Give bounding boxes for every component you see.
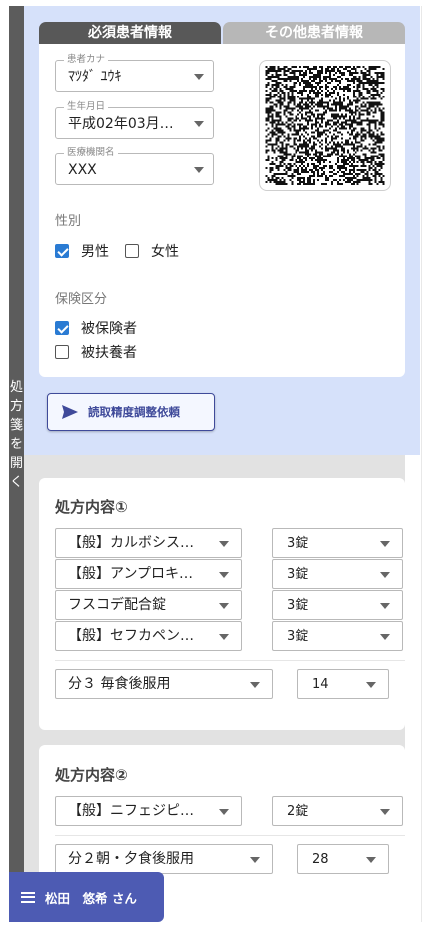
usage-select[interactable]: 分３ 毎食後服用 <box>55 669 273 699</box>
drug-qty: 3錠 <box>287 629 309 644</box>
drug-select[interactable]: 【般】セフカペン… <box>55 621 242 651</box>
insurance-label: 保険区分 <box>55 292 108 307</box>
chevron-down-icon <box>380 809 390 815</box>
drug-select[interactable]: 【般】ニフェジピ… <box>55 796 242 826</box>
chevron-down-icon <box>194 167 204 173</box>
user-name: 松田 悠希 さん <box>45 890 137 906</box>
qty-select[interactable]: 3錠 <box>272 621 403 651</box>
send-icon <box>62 405 78 419</box>
drug-select[interactable]: 【般】カルボシス… <box>55 528 242 558</box>
drug-name: 【般】カルボシス… <box>68 535 194 551</box>
kana-label: 患者カナ <box>64 54 109 66</box>
chevron-down-icon <box>380 603 390 609</box>
qty-select[interactable]: 3錠 <box>272 590 403 620</box>
drug-qty: 2錠 <box>287 804 309 819</box>
hamburger-menu-icon <box>21 891 35 903</box>
sex-options: 男性 女性 <box>55 241 179 261</box>
days-select[interactable]: 28 <box>297 844 389 874</box>
insurance-option-insured: 被保険者 <box>55 318 137 338</box>
chevron-down-icon <box>380 541 390 547</box>
checkbox-female[interactable] <box>125 244 139 258</box>
insured-label: 被保険者 <box>81 321 137 337</box>
female-label: 女性 <box>151 244 179 260</box>
checkbox-insured[interactable] <box>55 321 69 335</box>
chevron-down-icon <box>219 541 229 547</box>
prescription-title-2: 処方内容② <box>55 766 128 784</box>
chevron-down-icon <box>219 572 229 578</box>
drug-name: 【般】ニフェジピ… <box>68 803 194 819</box>
chevron-down-icon <box>366 682 376 688</box>
days-select[interactable]: 14 <box>297 669 389 699</box>
drug-qty: 3錠 <box>287 598 309 613</box>
prescription-title-1: 処方内容① <box>55 498 128 516</box>
drug-name: フスコデ配合錠 <box>68 597 166 613</box>
chevron-down-icon <box>250 682 260 688</box>
frame-edge <box>421 6 422 922</box>
dob-value: 平成02年03月… <box>68 116 174 132</box>
chevron-down-icon <box>219 603 229 609</box>
dob-field[interactable]: 生年月日 平成02年03月… <box>55 101 214 139</box>
sex-label: 性別 <box>55 214 82 229</box>
app-root: 処方箋を開く 必須患者情報 その他患者情報 患者カナ ﾏﾂﾀﾞ ﾕｳｷ 生年月日… <box>0 0 432 934</box>
insurance-option-dependent: 被扶養者 <box>55 342 137 362</box>
drug-name: 【般】アンプロキ… <box>68 566 194 582</box>
facility-label: 医療機関名 <box>64 147 118 159</box>
qty-select[interactable]: 3錠 <box>272 559 403 589</box>
qty-select[interactable]: 3錠 <box>272 528 403 558</box>
chevron-down-icon <box>194 74 204 80</box>
side-tab-label[interactable]: 処方箋を開く <box>9 378 24 492</box>
request-accuracy-button[interactable]: 読取精度調整依頼 <box>47 393 215 431</box>
divider <box>55 660 405 661</box>
dependent-label: 被扶養者 <box>81 345 137 361</box>
male-label: 男性 <box>81 244 109 260</box>
drug-select[interactable]: 【般】アンプロキ… <box>55 559 242 589</box>
days-value: 28 <box>312 852 329 867</box>
kana-value: ﾏﾂﾀﾞ ﾕｳｷ <box>68 69 122 85</box>
usage-value: 分３ 毎食後服用 <box>68 676 171 692</box>
chevron-down-icon <box>219 809 229 815</box>
user-menu-button[interactable]: 松田 悠希 さん <box>9 872 164 922</box>
checkbox-dependent[interactable] <box>55 345 69 359</box>
drug-name: 【般】セフカペン… <box>68 628 194 644</box>
drug-qty: 3錠 <box>287 536 309 551</box>
facility-field[interactable]: 医療機関名 XXX <box>55 147 214 185</box>
tab-required-info[interactable]: 必須患者情報 <box>39 22 221 44</box>
checkbox-male[interactable] <box>55 244 69 258</box>
qr-code-icon <box>259 60 391 191</box>
chevron-down-icon <box>250 857 260 863</box>
dob-label: 生年月日 <box>64 101 109 113</box>
chevron-down-icon <box>219 634 229 640</box>
chevron-down-icon <box>380 572 390 578</box>
drug-select[interactable]: フスコデ配合錠 <box>55 590 242 620</box>
qty-select[interactable]: 2錠 <box>272 796 403 826</box>
usage-select[interactable]: 分２朝・夕食後服用 <box>55 844 273 874</box>
days-value: 14 <box>312 677 329 692</box>
chevron-down-icon <box>366 857 376 863</box>
chevron-down-icon <box>194 121 204 127</box>
divider <box>55 835 405 836</box>
request-accuracy-label: 読取精度調整依頼 <box>88 405 180 419</box>
drug-qty: 3錠 <box>287 567 309 582</box>
chevron-down-icon <box>380 634 390 640</box>
usage-value: 分２朝・夕食後服用 <box>68 851 194 867</box>
facility-value: XXX <box>68 162 97 178</box>
tab-other-info[interactable]: その他患者情報 <box>223 22 405 44</box>
kana-field[interactable]: 患者カナ ﾏﾂﾀﾞ ﾕｳｷ <box>55 54 214 92</box>
